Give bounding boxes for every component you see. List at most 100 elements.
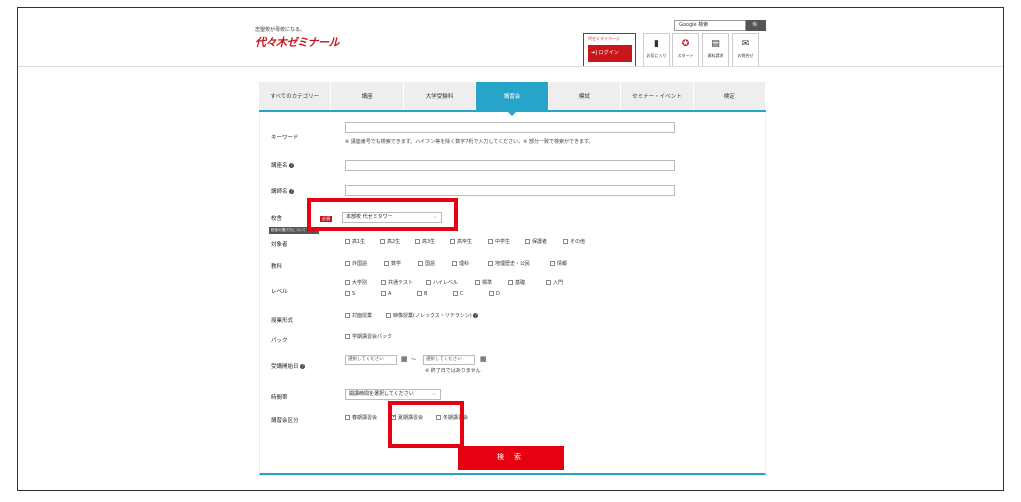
calendar-icon[interactable]: ▦ [401,355,408,363]
level-checkbox[interactable]: C [453,291,464,298]
target-checkbox[interactable]: その他 [563,239,585,246]
target-checkbox[interactable]: 高3生 [415,239,435,246]
subject-checkbox[interactable]: 理科 [452,261,469,268]
highlight-box-session [388,401,464,448]
mypage-label: 代ゼミマイページ [588,36,620,41]
checkbox-label: 入門 [553,280,564,286]
google-search-button[interactable]: 🔍 [746,20,766,31]
checkbox-box[interactable] [453,291,458,296]
bookmark-icon: ▮ [654,39,659,49]
course-name-label-text: 講座名 [271,163,288,169]
course-name-input[interactable] [345,160,675,171]
checkbox-label: 情報 [557,261,568,267]
help-icon[interactable]: ? [289,189,295,194]
session-checkbox[interactable]: 春期講習会 [345,415,377,422]
start-date-from[interactable]: 選択してください [345,355,397,365]
mail-icon: ✉ [741,39,750,49]
start-date-label: 受講開始日 ? [271,362,306,370]
checkbox-box[interactable] [415,239,420,244]
checkbox-box[interactable] [550,261,555,266]
header-link-badge[interactable]: ✪ スタート [672,33,699,67]
checkbox-box[interactable] [381,291,386,296]
tab-courses[interactable]: 講座 [331,82,404,110]
level-checkbox[interactable]: 入門 [546,280,563,287]
header-link-bookmark[interactable]: ▮ お気に入り [643,33,670,67]
checkbox-box[interactable] [563,239,568,244]
checkbox-box[interactable] [345,261,350,266]
help-icon[interactable]: ? [473,313,479,318]
checkbox-box[interactable] [384,261,389,266]
tab-mock-exams[interactable]: 模試 [548,82,622,110]
checkbox-box[interactable] [345,291,350,296]
checkbox-box[interactable] [418,261,423,266]
highlight-box-school [307,198,458,231]
checkbox-box[interactable] [489,291,494,296]
tab-seminars-events[interactable]: セミナー・イベント [621,82,694,110]
level-checkbox[interactable]: B [417,291,427,298]
tab-university-prep[interactable]: 大学受験科 [403,82,477,110]
checkbox-box[interactable] [525,239,530,244]
tab-all-categories[interactable]: すべてのカテゴリー [259,82,332,110]
subject-checkbox[interactable]: 地理歴史・公民 [488,261,530,268]
subject-checkbox[interactable]: 情報 [550,261,567,268]
target-checkbox[interactable]: 高2生 [380,239,400,246]
time-select[interactable]: 開講時間を選択してください ⌵ [345,389,441,400]
checkbox-box[interactable] [475,280,480,285]
login-button[interactable]: ➜] ログイン [588,45,632,62]
search-button[interactable]: 検 索 [458,446,564,470]
subject-checkbox[interactable]: 外国語 [345,261,367,268]
tab-seasonal-courses[interactable]: 講習会 [476,82,549,116]
checkbox-box[interactable] [450,239,455,244]
format-checkbox[interactable]: 映像授業(ノレックス・リテラシン) ? [386,313,479,320]
lecturer-label-text: 講師名 [271,189,288,195]
header-link-mail[interactable]: ✉ お問合せ [732,33,759,67]
subject-checkbox[interactable]: 数学 [384,261,401,268]
level-checkbox[interactable]: D [489,291,500,298]
checkbox-box[interactable] [381,280,386,285]
tab-certification[interactable]: 検定 [693,82,766,110]
checkbox-label: 高1生 [352,239,366,245]
subject-checkbox[interactable]: 国語 [418,261,435,268]
format-label: 授業形式 [271,318,294,324]
target-checkbox[interactable]: 保護者 [525,239,547,246]
level-checkbox[interactable]: 基礎 [508,280,525,287]
checkbox-box[interactable] [508,280,513,285]
google-search-input[interactable]: Google 検索 [674,20,746,31]
start-date-to[interactable]: 選択してください [423,355,475,365]
level-checkbox[interactable]: A [381,291,391,298]
target-checkbox[interactable]: 高1生 [345,239,365,246]
checkbox-box[interactable] [452,261,457,266]
checkbox-box[interactable] [546,280,551,285]
start-date-label-text: 受講開始日 [271,364,299,370]
level-checkbox[interactable]: 標準 [475,280,492,287]
checkbox-box[interactable] [417,291,422,296]
checkbox-box[interactable] [488,239,493,244]
pack-checkbox[interactable]: 学期講習会パック [345,334,392,341]
lecturer-input[interactable] [345,185,675,196]
header-link-document[interactable]: ▤ 資料請求 [702,33,729,67]
checkbox-box[interactable] [345,415,350,420]
calendar-icon[interactable]: ▦ [480,355,487,363]
checkbox-box[interactable] [426,280,431,285]
format-checkbox[interactable]: 対面授業 [345,313,372,320]
site-logo[interactable]: 代々木ゼミナール [255,34,340,50]
level-checkbox[interactable]: ハイレベル [426,280,458,287]
checkbox-box[interactable] [386,313,391,318]
target-checkbox[interactable]: 中学生 [488,239,510,246]
checkbox-box[interactable] [380,239,385,244]
level-checkbox[interactable]: 共通テスト [381,280,413,287]
checkbox-box[interactable] [345,334,350,339]
keyword-input[interactable] [345,122,675,133]
checkbox-box[interactable] [345,280,350,285]
target-checkbox[interactable]: 高卒生 [450,239,472,246]
lecturer-label: 講師名 ? [271,187,295,195]
checkbox-box[interactable] [345,313,350,318]
category-tabs: すべてのカテゴリー 講座 大学受験科 講習会 模試 セミナー・イベント 検定 [259,82,766,116]
checkbox-box[interactable] [345,239,350,244]
help-icon[interactable]: ? [300,364,306,369]
level-checkbox[interactable]: 大学別 [345,280,367,287]
checkbox-box[interactable] [488,261,493,266]
level-checkbox[interactable]: S [345,291,355,298]
help-icon[interactable]: ? [289,163,295,168]
pack-label: パック [271,338,288,344]
